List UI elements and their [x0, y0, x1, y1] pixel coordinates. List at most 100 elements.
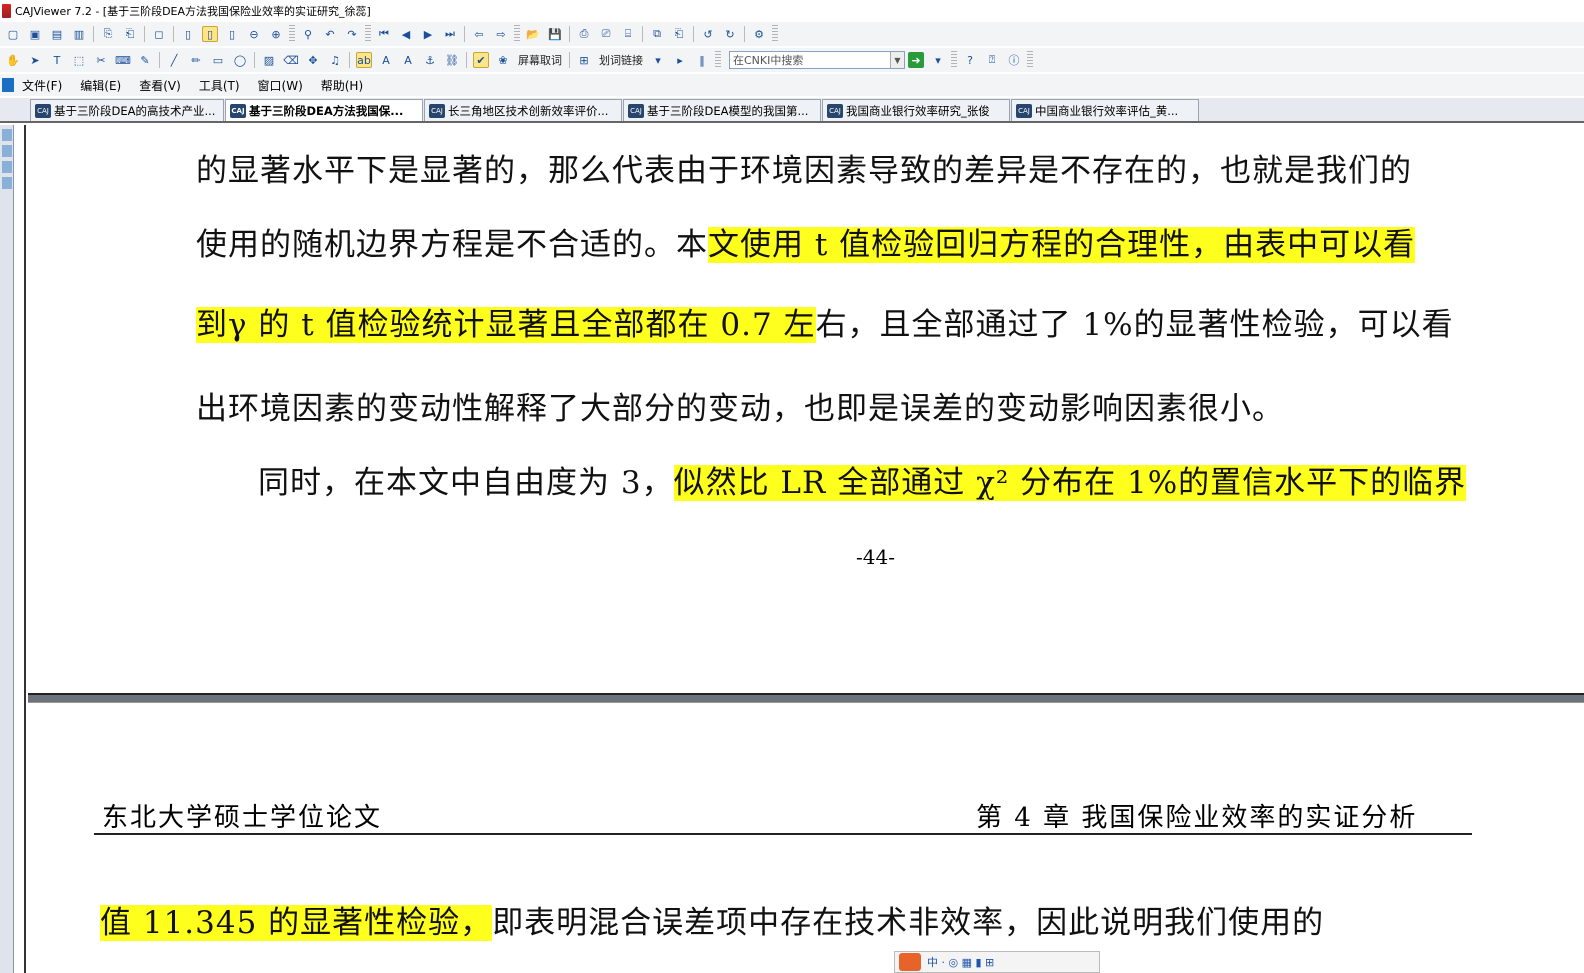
zoom-in-icon[interactable]: ⊕ — [268, 26, 284, 42]
menu-window[interactable]: 窗口(W) — [258, 77, 303, 94]
pen-icon[interactable]: ╱ — [166, 52, 182, 68]
menu-view[interactable]: 查看(V) — [139, 77, 181, 94]
ellipse-icon[interactable]: ◯ — [232, 52, 248, 68]
search-panel-icon[interactable] — [2, 177, 12, 189]
zoom-out-icon[interactable]: ⊖ — [246, 26, 262, 42]
layout-icon[interactable]: ▤ — [49, 26, 65, 42]
undo-icon[interactable]: ↺ — [700, 26, 716, 42]
font-color-icon[interactable]: A — [378, 52, 394, 68]
stamp-icon[interactable]: ✥ — [305, 52, 321, 68]
find-icon[interactable]: ⚲ — [300, 26, 316, 42]
redo-icon[interactable]: ↻ — [722, 26, 738, 42]
document-view[interactable]: 的显著水平下是显著的，那么代表由于环境因素导致的差异是不存在的，也就是我们的 使… — [28, 125, 1584, 973]
single-page-icon[interactable]: ▯ — [180, 26, 196, 42]
word-link-button[interactable]: 划词链接 — [599, 52, 643, 68]
toolbar-grip[interactable] — [772, 25, 778, 43]
document-menu-icon[interactable] — [2, 78, 14, 92]
tab-document-6[interactable]: CAJ 中国商业银行效率评估_黄... — [1011, 99, 1199, 121]
tab-document-2[interactable]: CAJ 基于三阶段DEA方法我国保... — [225, 99, 423, 121]
paste-icon[interactable]: ⎗ — [671, 26, 687, 42]
floating-ime-toolbar[interactable]: 中 · ◎ ▦ ▮ ⊞ — [894, 951, 1100, 973]
text-highlight-icon[interactable]: ab — [356, 52, 372, 68]
print-icon[interactable]: ⎙ — [576, 26, 592, 42]
about-icon[interactable]: ⓘ — [1006, 52, 1022, 68]
tab-document-4[interactable]: CAJ 基于三阶段DEA模型的我国第... — [623, 99, 821, 121]
menu-edit[interactable]: 编辑(E) — [80, 77, 121, 94]
side-panel — [0, 125, 14, 973]
window-title: CAJViewer 7.2 - [基于三阶段DEA方法我国保险业效率的实证研究_… — [15, 5, 371, 18]
back-icon[interactable]: ↶ — [322, 26, 338, 42]
copy-icon[interactable]: ⧉ — [649, 26, 665, 42]
highlighter-icon[interactable]: ✏ — [188, 52, 204, 68]
save-disk-icon[interactable]: 💾 — [547, 26, 563, 42]
doc-line-5: 同时，在本文中自由度为 3，似然比 LR 全部通过 χ² 分布在 1%的置信水平… — [258, 457, 1467, 502]
toolbar-grip[interactable] — [1027, 51, 1033, 69]
prev-page-icon[interactable]: ◀ — [398, 26, 414, 42]
search-go-icon[interactable]: ➜ — [908, 52, 924, 68]
pause-icon[interactable]: ‖ — [694, 52, 710, 68]
two-page-icon[interactable]: ▥ — [71, 26, 87, 42]
open-folder-icon[interactable]: 📂 — [525, 26, 541, 42]
help-icon[interactable]: ? — [962, 52, 978, 68]
panel-splitter[interactable] — [14, 125, 26, 973]
menu-file[interactable]: 文件(F) — [22, 77, 62, 94]
fullscreen-icon[interactable]: ◻ — [151, 26, 167, 42]
print-preview-icon[interactable]: ⎚ — [598, 26, 614, 42]
search-dropdown-icon[interactable]: ▼ — [890, 52, 904, 68]
eraser-icon[interactable]: ⌫ — [283, 52, 299, 68]
bookmark-panel-icon[interactable] — [2, 145, 12, 157]
tab-document-3[interactable]: CAJ 长三角地区技术创新效率评价... — [424, 99, 622, 121]
first-page-icon[interactable]: ⏮ — [376, 26, 392, 42]
properties-icon[interactable]: ⚙ — [751, 26, 767, 42]
select-arrow-icon[interactable]: ➤ — [27, 52, 43, 68]
hand-tool-icon[interactable]: ✋ — [5, 52, 21, 68]
ocr-icon[interactable]: ⌨ — [115, 52, 131, 68]
tab-document-5[interactable]: CAJ 我国商业银行效率研究_张俊 — [822, 99, 1010, 121]
toolbar-grip[interactable] — [365, 25, 371, 43]
region-select-icon[interactable]: ⬚ — [71, 52, 87, 68]
outline-panel-icon[interactable] — [2, 161, 12, 173]
audio-icon[interactable]: ♫ — [327, 52, 343, 68]
tab-document-1[interactable]: CAJ 基于三阶段DEA的高技术产业... — [30, 99, 224, 121]
search-options-icon[interactable]: ▾ — [930, 52, 946, 68]
toolbar-grip[interactable] — [514, 25, 520, 43]
menu-help[interactable]: 帮助(H) — [321, 77, 363, 94]
screen-word-button[interactable]: 屏幕取词 — [518, 52, 562, 68]
facing-pages-icon[interactable]: ▯ — [224, 26, 240, 42]
anchor-icon[interactable]: ⚓ — [422, 52, 438, 68]
toolbar-grip[interactable] — [289, 25, 295, 43]
word-link-dropdown-icon[interactable]: ▾ — [650, 52, 666, 68]
last-page-icon[interactable]: ⏭ — [442, 26, 458, 42]
toolbar-grip[interactable] — [715, 51, 721, 69]
page-setup-icon[interactable]: ⎘ — [100, 26, 116, 42]
save-icon[interactable]: ▣ — [27, 26, 43, 42]
nav-forward-icon[interactable]: ⇨ — [493, 26, 509, 42]
annotation-panel-icon[interactable] — [2, 129, 12, 141]
forward-icon[interactable]: ↷ — [344, 26, 360, 42]
toolbar-grip[interactable] — [951, 51, 957, 69]
link-icon[interactable]: ⛓ — [444, 52, 460, 68]
play-icon[interactable]: ▸ — [672, 52, 688, 68]
menu-tools[interactable]: 工具(T) — [199, 77, 240, 94]
ime-toolbar-text[interactable]: 中 · ◎ ▦ ▮ ⊞ — [927, 954, 994, 970]
scan-icon[interactable]: ⌸ — [620, 26, 636, 42]
continuous-page-icon[interactable]: ▯ — [202, 26, 218, 42]
snapshot-icon[interactable]: ✂ — [93, 52, 109, 68]
rectangle-icon[interactable]: ▭ — [210, 52, 226, 68]
annotate-icon[interactable]: ✎ — [137, 52, 153, 68]
context-help-icon[interactable]: ⍰ — [984, 52, 1000, 68]
cnki-search-input[interactable]: 在CNKI中搜索 ▼ — [729, 51, 905, 69]
note-icon[interactable]: ▨ — [261, 52, 277, 68]
text-select-icon[interactable]: T — [49, 52, 65, 68]
word-link-icon[interactable]: ⊞ — [576, 52, 592, 68]
word-capture-icon[interactable]: ✔ — [473, 52, 489, 68]
next-page-icon[interactable]: ▶ — [420, 26, 436, 42]
dictionary-icon[interactable]: ❀ — [495, 52, 511, 68]
font-fill-icon[interactable]: A — [400, 52, 416, 68]
doc-line-2: 使用的随机边界方程是不合适的。本文使用 t 值检验回归方程的合理性，由表中可以看 — [196, 219, 1416, 264]
tab-label: 长三角地区技术创新效率评价... — [448, 103, 609, 118]
page-number: -44- — [856, 545, 895, 569]
nav-back-icon[interactable]: ⇦ — [471, 26, 487, 42]
export-icon[interactable]: ⎗ — [122, 26, 138, 42]
new-icon[interactable]: ▢ — [5, 26, 21, 42]
